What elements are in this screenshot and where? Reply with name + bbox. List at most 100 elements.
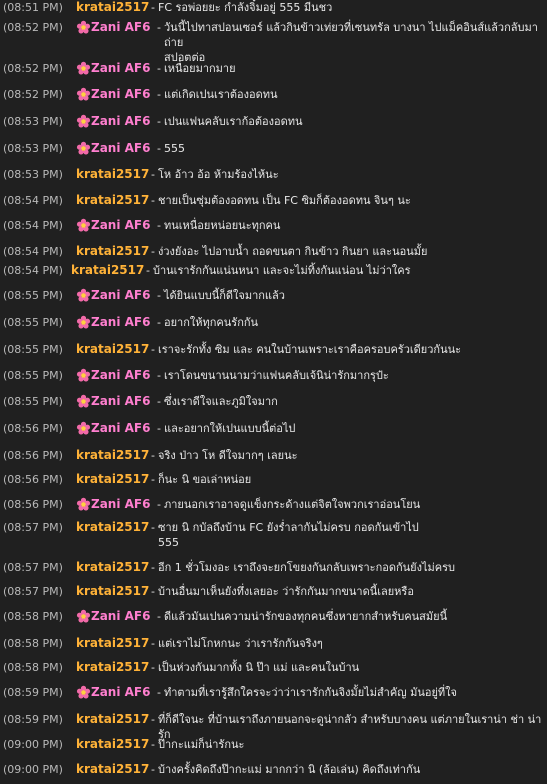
message-username[interactable]: kratai2517 (76, 448, 150, 463)
message-username[interactable]: Zani AF6 (76, 87, 154, 102)
message-username[interactable]: kratai2517 (76, 244, 149, 259)
message-line: ป๊ากะแม่ก็น่ารักนะ (158, 738, 245, 751)
message-separator: - (157, 422, 161, 435)
message-separator: - (157, 142, 161, 155)
username-text: Zani AF6 (91, 61, 151, 75)
message-line: FC รอพ่อยยะ กำลังจิ๋มอยู่ 555 มีนชว (158, 1, 333, 14)
flower-icon (76, 685, 91, 700)
message-separator: - (151, 245, 155, 258)
message-timestamp: (08:52 PM) (3, 21, 63, 34)
chat-message: (08:58 PM) kratai2517- เป็นห่วงกันมากทั้ง … (0, 660, 547, 675)
message-text: FC รอพ่อยยะ กำลังจิ๋มอยู่ 555 มีนชว (158, 0, 547, 15)
message-username[interactable]: Zani AF6 (76, 609, 154, 624)
message-separator: - (151, 763, 155, 776)
message-username[interactable]: Zani AF6 (76, 315, 154, 330)
message-username[interactable]: Zani AF6 (76, 61, 154, 76)
message-text: บ้านอื่นมาเห็นยังทึ่งเลยอะ ว่ารักกันมากข… (158, 584, 547, 599)
message-line: ชายเป็นซุ่มต้องอดทน เป็น FC ซิมก็ต้องอดท… (158, 194, 411, 207)
message-timestamp: (08:53 PM) (3, 168, 63, 181)
message-timestamp: (08:52 PM) (3, 88, 63, 101)
chat-message: (08:55 PM) Zani AF6- เราโดนขนานนามว่าแฟนคล… (0, 368, 547, 383)
message-line: อยากให้ทุกคนรักกัน (164, 316, 259, 329)
message-separator: - (157, 316, 161, 329)
message-line: บ้างครั้งคิดถึงป๊ากะแม่ มากกว่า นิ (ล้อเ… (158, 763, 421, 776)
message-separator: - (146, 264, 150, 277)
message-timestamp: (08:57 PM) (3, 521, 63, 534)
chat-message: (08:55 PM) kratai2517- เราจะรักทั้ง ซิม แล… (0, 342, 547, 357)
message-username[interactable]: kratai2517 (76, 737, 150, 752)
message-timestamp: (08:58 PM) (3, 610, 63, 623)
message-line: ได้ยินแบบนี้ก็ดีใจมากแล้ว (164, 289, 285, 302)
message-username[interactable]: Zani AF6 (76, 114, 154, 129)
username-text: kratai2517 (76, 342, 150, 356)
message-username[interactable]: kratai2517 (76, 472, 149, 487)
message-username[interactable]: kratai2517 (71, 263, 144, 278)
message-username[interactable]: kratai2517 (76, 0, 150, 15)
message-separator: - (157, 21, 161, 34)
message-separator: - (157, 219, 161, 232)
message-timestamp: (08:52 PM) (3, 62, 63, 75)
message-username[interactable]: kratai2517 (76, 193, 149, 208)
message-line: ง่วงยังอะ ไปอาบน้ำ ถอดขนตา กินข้าว กินยา… (158, 245, 428, 258)
message-text: และอยากให้เปนแบบนี้ต่อไป (164, 421, 547, 436)
username-text: Zani AF6 (91, 141, 151, 155)
chat-message: (08:59 PM) Zani AF6- ทำตามที่เรารู้สึกใครจ… (0, 685, 547, 700)
chat-message: (08:53 PM) Zani AF6-555 (0, 141, 547, 156)
flower-icon (76, 315, 91, 330)
message-separator: - (151, 738, 155, 751)
chat-message: (09:00 PM) kratai2517- บ้างครั้งคิดถึงป๊าก… (0, 762, 547, 777)
flower-icon (76, 20, 91, 35)
message-line: ซึ่งเราดีใจและภูมิใจมาก (164, 395, 278, 408)
username-text: kratai2517 (76, 448, 150, 462)
message-username[interactable]: kratai2517 (76, 712, 149, 727)
username-text: kratai2517 (76, 584, 150, 598)
message-username[interactable]: kratai2517 (76, 636, 149, 651)
chat-message: (08:56 PM) Zani AF6- ภายนอกเราอาจดูแข็งกระ… (0, 497, 547, 512)
message-separator: - (157, 686, 161, 699)
message-separator: - (157, 395, 161, 408)
chat-message: (08:55 PM) Zani AF6- ได้ยินแบบนี้ก็ดีใจมาก… (0, 288, 547, 303)
message-separator: - (151, 637, 155, 650)
flower-icon (76, 609, 91, 624)
message-line: 555 (164, 142, 185, 155)
flower-icon (76, 394, 91, 409)
message-username[interactable]: kratai2517 (76, 520, 149, 535)
message-line: บ้านเรารักกันแน่นหนา และจะไม่ทิ้งกันแน่อ… (153, 264, 411, 277)
message-timestamp: (08:56 PM) (3, 422, 63, 435)
message-text: ซาย นิ กบัลถึงบ้าน FC ยังร่ำลากันไม่ครบ … (158, 520, 547, 550)
message-timestamp: (08:53 PM) (3, 115, 63, 128)
message-timestamp: (08:51 PM) (3, 1, 63, 14)
username-text: Zani AF6 (91, 315, 151, 329)
message-username[interactable]: Zani AF6 (76, 218, 154, 233)
message-username[interactable]: Zani AF6 (76, 20, 154, 35)
message-separator: - (151, 661, 155, 674)
message-text: อยากให้ทุกคนรักกัน (164, 315, 547, 330)
username-text: kratai2517 (76, 737, 150, 751)
message-username[interactable]: kratai2517 (76, 560, 149, 575)
message-line: ทนเหนื่อยหน่อยนะทุกคน (164, 219, 281, 232)
chat-message: (09:00 PM) kratai2517- ป๊ากะแม่ก็น่ารักนะ (0, 737, 547, 752)
chat-message: (08:56 PM) kratai2517- จริง ป่าว โห ดีใจมา… (0, 448, 547, 463)
message-username[interactable]: Zani AF6 (76, 497, 154, 512)
message-username[interactable]: Zani AF6 (76, 141, 154, 156)
message-username[interactable]: Zani AF6 (76, 368, 154, 383)
message-username[interactable]: Zani AF6 (76, 394, 154, 409)
message-username[interactable]: Zani AF6 (76, 288, 154, 303)
message-line: โห อ้าว อ้อ ห้ามร้องไห้นะ (158, 168, 279, 181)
chat-message: (08:55 PM) Zani AF6- อยากให้ทุกคนรักกัน (0, 315, 547, 330)
message-username[interactable]: Zani AF6 (76, 685, 154, 700)
message-username[interactable]: Zani AF6 (76, 421, 154, 436)
message-timestamp: (08:55 PM) (3, 289, 63, 302)
message-username[interactable]: kratai2517 (76, 762, 149, 777)
message-separator: - (157, 498, 161, 511)
message-username[interactable]: kratai2517 (76, 660, 149, 675)
message-text: ซึ่งเราดีใจและภูมิใจมาก (164, 394, 547, 409)
message-text: 555 (164, 141, 547, 156)
message-line: 555 (158, 536, 179, 549)
message-separator: - (151, 1, 155, 14)
message-username[interactable]: kratai2517 (76, 342, 150, 357)
message-username[interactable]: kratai2517 (76, 167, 149, 182)
username-text: kratai2517 (76, 0, 150, 14)
flower-icon (76, 288, 91, 303)
message-username[interactable]: kratai2517 (76, 584, 150, 599)
